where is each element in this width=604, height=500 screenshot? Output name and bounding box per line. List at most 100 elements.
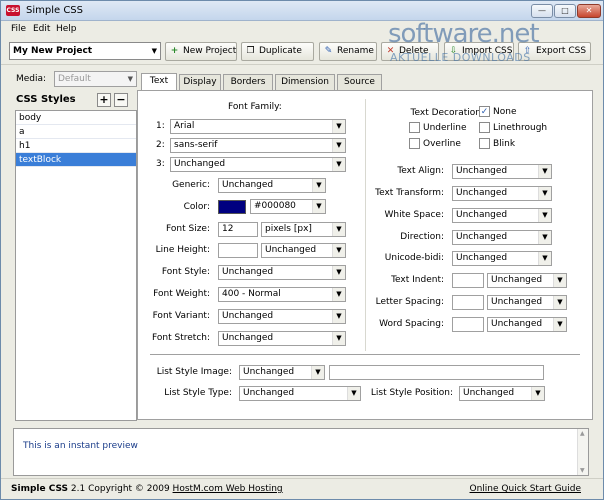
list-style-type-select[interactable]: Unchanged ▼ [239, 386, 361, 401]
line-height-input[interactable] [218, 243, 258, 258]
decoration-linethrough-checkbox[interactable] [479, 122, 490, 133]
text-indent-input[interactable] [452, 273, 484, 288]
font-style-label: Font Style: [161, 267, 210, 277]
list-style-position-select[interactable]: Unchanged ▼ [459, 386, 545, 401]
generic-select[interactable]: Unchanged ▼ [218, 178, 326, 193]
decoration-underline-checkbox[interactable] [409, 122, 420, 133]
chevron-down-icon: ▼ [553, 296, 566, 309]
import-css-label: Import CSS [462, 46, 513, 56]
generic-value: Unchanged [222, 180, 274, 190]
menu-edit[interactable]: Edit [33, 24, 50, 34]
chevron-down-icon: ▼ [538, 165, 551, 178]
delete-label: Delete [399, 46, 429, 56]
text-indent-unit-select[interactable]: Unchanged ▼ [487, 273, 567, 288]
tab-text[interactable]: Text [141, 73, 177, 90]
direction-select[interactable]: Unchanged ▼ [452, 230, 552, 245]
list-item-selected[interactable]: textBlock [16, 153, 136, 167]
chevron-down-icon: ▼ [332, 120, 345, 133]
text-align-value: Unchanged [456, 166, 508, 176]
media-select[interactable]: Default ▼ [54, 71, 137, 87]
scroll-down-icon[interactable]: ▼ [580, 467, 585, 474]
unicode-bidi-select[interactable]: Unchanged ▼ [452, 251, 552, 266]
text-properties-panel: Font Family: 1: Arial ▼ 2: sans-serif ▼ 3:… [137, 90, 593, 420]
maximize-button[interactable]: □ [554, 4, 576, 18]
font-stretch-value: Unchanged [222, 333, 274, 343]
delete-button[interactable]: ✕ Delete [381, 42, 439, 61]
export-icon: ⇧ [523, 46, 532, 56]
export-css-button[interactable]: ⇧ Export CSS [518, 42, 591, 61]
decoration-blink-checkbox[interactable] [479, 138, 490, 149]
list-item[interactable]: body [16, 111, 136, 125]
import-css-button[interactable]: ⇩ Import CSS [444, 42, 514, 61]
list-style-image-value: Unchanged [243, 367, 295, 377]
tab-source[interactable]: Source [337, 74, 382, 90]
font-variant-select[interactable]: Unchanged ▼ [218, 309, 346, 324]
font-size-input[interactable]: 12 [218, 222, 258, 237]
font-weight-select[interactable]: 400 - Normal ▼ [218, 287, 346, 302]
font-family-1-select[interactable]: Arial ▼ [170, 119, 346, 134]
project-select[interactable]: My New Project ▼ [9, 42, 161, 60]
chevron-down-icon: ▼ [538, 231, 551, 244]
letter-spacing-unit-select[interactable]: Unchanged ▼ [487, 295, 567, 310]
menu-file[interactable]: File [11, 24, 26, 34]
letter-spacing-input[interactable] [452, 295, 484, 310]
rename-button[interactable]: ✎ Rename [319, 42, 377, 61]
list-style-type-label: List Style Type: [164, 388, 232, 398]
color-value: #000080 [254, 201, 296, 211]
menu-help[interactable]: Help [56, 24, 77, 34]
quick-start-guide-link[interactable]: Online Quick Start Guide [470, 484, 581, 494]
tab-dimension[interactable]: Dimension [275, 74, 335, 90]
styles-list[interactable]: body a h1 textBlock [15, 110, 137, 421]
word-spacing-input[interactable] [452, 317, 484, 332]
color-select[interactable]: #000080 ▼ [250, 199, 326, 214]
chevron-down-icon: ▼ [332, 158, 345, 171]
app-window: CSS Simple CSS — □ ✕ File Edit Help My N… [0, 0, 604, 500]
minimize-button[interactable]: — [531, 4, 553, 18]
font-variant-value: Unchanged [222, 311, 274, 321]
font-family-3-select[interactable]: Unchanged ▼ [170, 157, 346, 172]
font-stretch-select[interactable]: Unchanged ▼ [218, 331, 346, 346]
font-family-2-select[interactable]: sans-serif ▼ [170, 138, 346, 153]
tab-borders[interactable]: Borders [223, 74, 273, 90]
window-title: Simple CSS [26, 5, 84, 16]
chevron-down-icon: ▼ [538, 252, 551, 265]
line-height-unit-select[interactable]: Unchanged ▼ [261, 243, 346, 258]
project-select-value: My New Project [13, 46, 93, 56]
color-label: Color: [183, 202, 210, 212]
font-style-select[interactable]: Unchanged ▼ [218, 265, 346, 280]
preview-text: This is an instant preview [23, 441, 138, 451]
chevron-down-icon: ▼ [553, 274, 566, 287]
add-style-button[interactable]: + [97, 93, 111, 107]
list-item[interactable]: h1 [16, 139, 136, 153]
word-spacing-unit-select[interactable]: Unchanged ▼ [487, 317, 567, 332]
close-button[interactable]: ✕ [577, 4, 601, 18]
font-stretch-label: Font Stretch: [152, 333, 210, 343]
decoration-overline-checkbox[interactable] [409, 138, 420, 149]
color-swatch[interactable] [218, 200, 246, 214]
list-style-image-url-input[interactable] [329, 365, 544, 380]
generic-label: Generic: [172, 180, 210, 190]
decoration-overline-label: Overline [423, 139, 461, 149]
app-logo-icon: CSS [6, 5, 20, 16]
text-align-select[interactable]: Unchanged ▼ [452, 164, 552, 179]
preview-scrollbar[interactable]: ▲ ▼ [577, 429, 588, 475]
decoration-none-checkbox[interactable]: ✓ [479, 106, 490, 117]
list-style-type-value: Unchanged [243, 388, 295, 398]
toolbar: My New Project ▼ + New Project ❐ Duplica… [1, 39, 603, 65]
unicode-bidi-value: Unchanged [456, 253, 508, 263]
font-variant-label: Font Variant: [152, 311, 210, 321]
font-size-unit-select[interactable]: pixels [px] ▼ [261, 222, 346, 237]
css-styles-heading: CSS Styles [16, 94, 76, 105]
hosting-link[interactable]: HostM.com Web Hosting [173, 484, 283, 494]
chevron-down-icon: ▼ [553, 318, 566, 331]
list-style-image-select[interactable]: Unchanged ▼ [239, 365, 325, 380]
text-transform-select[interactable]: Unchanged ▼ [452, 186, 552, 201]
tab-display[interactable]: Display [179, 74, 221, 90]
scroll-up-icon[interactable]: ▲ [580, 430, 585, 437]
white-space-select[interactable]: Unchanged ▼ [452, 208, 552, 223]
remove-style-button[interactable]: − [114, 93, 128, 107]
duplicate-button[interactable]: ❐ Duplicate [241, 42, 314, 61]
list-item[interactable]: a [16, 125, 136, 139]
rename-icon: ✎ [324, 46, 333, 56]
new-project-button[interactable]: + New Project [165, 42, 237, 61]
